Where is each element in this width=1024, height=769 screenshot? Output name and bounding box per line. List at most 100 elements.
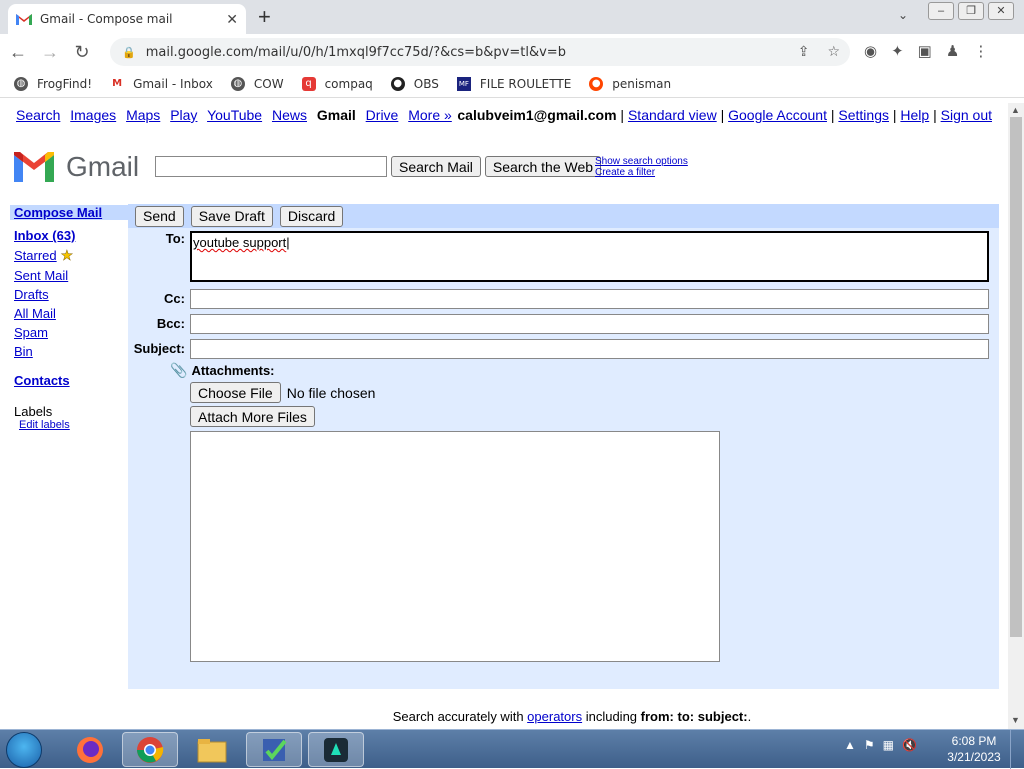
attach-more-files-button[interactable]: Attach More Files bbox=[190, 406, 315, 427]
nav-search[interactable]: Search bbox=[16, 107, 60, 123]
network-icon[interactable]: ▦ bbox=[883, 738, 894, 752]
browser-tab-strip: Gmail - Compose mail ✕ + ⌄ – ❐ ✕ bbox=[0, 0, 1024, 34]
bcc-field[interactable] bbox=[190, 314, 989, 334]
create-filter-link[interactable]: Create a filter bbox=[595, 167, 688, 178]
sidepanel-icon[interactable]: ▣ bbox=[918, 42, 932, 60]
edit-labels-link[interactable]: Edit labels bbox=[19, 419, 124, 431]
sidebar-item-inbox[interactable]: Inbox (63) bbox=[14, 228, 124, 243]
scroll-up-icon[interactable]: ▲ bbox=[1011, 105, 1020, 115]
menu-icon[interactable]: ⋮ bbox=[973, 42, 988, 60]
labels-heading: Labels bbox=[14, 404, 53, 419]
search-mail-button[interactable]: Search Mail bbox=[391, 156, 481, 177]
taskbar-clock[interactable]: 6:08 PM 3/21/2023 bbox=[944, 733, 1004, 765]
bookmark-obs[interactable]: ● OBS bbox=[390, 76, 439, 91]
bcc-label: Bcc: bbox=[156, 316, 185, 331]
restore-icon[interactable]: ❐ bbox=[958, 2, 984, 20]
nav-images[interactable]: Images bbox=[70, 107, 116, 123]
sidebar-item-all-mail[interactable]: All Mail bbox=[14, 306, 124, 321]
sidebar-item-drafts[interactable]: Drafts bbox=[14, 287, 124, 302]
extension-icon[interactable]: ◉ bbox=[864, 42, 877, 60]
close-window-icon[interactable]: ✕ bbox=[988, 2, 1014, 20]
forward-icon[interactable]: → bbox=[36, 38, 64, 66]
to-field[interactable]: youtube support| bbox=[190, 231, 989, 282]
minimize-icon[interactable]: – bbox=[928, 2, 954, 20]
chevron-down-icon[interactable]: ⌄ bbox=[898, 8, 908, 22]
system-tray: ▲ ⚑ ▦ 🔇 bbox=[844, 738, 917, 752]
bookmark-gmail-inbox[interactable]: M Gmail - Inbox bbox=[110, 77, 213, 91]
share-icon[interactable]: ⇪ bbox=[798, 44, 810, 60]
nav-news[interactable]: News bbox=[272, 107, 307, 123]
file-explorer-icon[interactable] bbox=[184, 732, 240, 767]
close-tab-icon[interactable]: ✕ bbox=[226, 11, 238, 28]
help-link[interactable]: Help bbox=[900, 107, 929, 123]
show-search-options-link[interactable]: Show search options bbox=[595, 156, 688, 167]
send-button[interactable]: Send bbox=[135, 205, 184, 227]
show-desktop-button[interactable] bbox=[1010, 730, 1024, 769]
gmail-icon bbox=[16, 13, 32, 25]
sidebar: Compose Mail Inbox (63) Starred ★ Sent M… bbox=[10, 205, 128, 431]
bookmark-compaq[interactable]: q compaq bbox=[301, 76, 373, 91]
windows-taskbar: ▲ ⚑ ▦ 🔇 6:08 PM 3/21/2023 bbox=[0, 729, 1024, 769]
clock-time: 6:08 PM bbox=[951, 734, 997, 748]
task-checklist-icon[interactable] bbox=[246, 732, 302, 767]
scroll-down-icon[interactable]: ▼ bbox=[1011, 715, 1020, 725]
no-file-text: No file chosen bbox=[286, 384, 376, 401]
volume-muted-icon[interactable]: 🔇 bbox=[902, 738, 917, 752]
chrome-icon[interactable] bbox=[122, 732, 178, 767]
standard-view-link[interactable]: Standard view bbox=[628, 107, 717, 123]
save-draft-button[interactable]: Save Draft bbox=[190, 205, 273, 227]
discard-button[interactable]: Discard bbox=[279, 205, 344, 227]
operators-link[interactable]: operators bbox=[527, 709, 582, 724]
search-web-button[interactable]: Search the Web bbox=[484, 156, 602, 177]
bookmark-file-roulette[interactable]: MF FILE ROULETTE bbox=[456, 76, 571, 91]
scrollbar-thumb[interactable] bbox=[1010, 117, 1022, 637]
sidebar-item-spam[interactable]: Spam bbox=[14, 325, 124, 340]
sidebar-item-starred[interactable]: Starred bbox=[14, 248, 57, 263]
sidebar-item-sent[interactable]: Sent Mail bbox=[14, 268, 124, 283]
choose-file-button[interactable]: Choose File bbox=[190, 382, 281, 403]
subject-label: Subject: bbox=[133, 341, 185, 356]
gmail-icon: M bbox=[112, 77, 123, 89]
address-bar[interactable]: 🔒 mail.google.com/mail/u/0/h/1mxql9f7cc7… bbox=[110, 38, 850, 66]
attach-more-row: Attach More Files bbox=[190, 406, 315, 427]
settings-link[interactable]: Settings bbox=[838, 107, 889, 123]
mail-search-input[interactable] bbox=[155, 156, 387, 177]
cc-field[interactable] bbox=[190, 289, 989, 309]
sign-out-link[interactable]: Sign out bbox=[941, 107, 992, 123]
bookmark-star-icon[interactable]: ☆ bbox=[827, 44, 840, 60]
firefox-icon[interactable] bbox=[62, 732, 118, 767]
file-input-row: Choose File No file chosen bbox=[190, 382, 375, 403]
profile-avatar[interactable]: ♟ bbox=[946, 42, 959, 60]
bookmark-frogfind[interactable]: ◍ FrogFind! bbox=[14, 76, 92, 91]
reload-icon[interactable]: ↻ bbox=[68, 38, 96, 66]
globe-icon: ◍ bbox=[14, 76, 28, 91]
start-button[interactable] bbox=[6, 732, 42, 768]
message-body-textarea[interactable] bbox=[190, 431, 720, 662]
tab-gmail-compose[interactable]: Gmail - Compose mail ✕ bbox=[8, 4, 246, 34]
google-top-nav: Search Images Maps Play YouTube News Gma… bbox=[16, 107, 458, 123]
bookmark-cow[interactable]: ◍ COW bbox=[230, 76, 284, 91]
to-value: youtube support bbox=[193, 235, 287, 250]
to-label: To: bbox=[165, 231, 185, 246]
gmail-logo[interactable]: Gmail bbox=[14, 151, 139, 183]
tray-expand-icon[interactable]: ▲ bbox=[844, 738, 856, 752]
subject-field[interactable] bbox=[190, 339, 989, 359]
compose-form: Send Save Draft Discard To: youtube supp… bbox=[128, 204, 999, 689]
nav-youtube[interactable]: YouTube bbox=[207, 107, 262, 123]
nav-play[interactable]: Play bbox=[170, 107, 197, 123]
nav-gmail-current: Gmail bbox=[316, 107, 356, 123]
nav-more[interactable]: More » bbox=[408, 107, 452, 123]
compose-mail-link[interactable]: Compose Mail bbox=[10, 205, 128, 220]
bookmark-penisman[interactable]: ● penisman bbox=[589, 76, 671, 91]
nav-drive[interactable]: Drive bbox=[366, 107, 399, 123]
sidebar-item-contacts[interactable]: Contacts bbox=[14, 373, 124, 388]
google-account-link[interactable]: Google Account bbox=[728, 107, 827, 123]
nav-maps[interactable]: Maps bbox=[126, 107, 160, 123]
puzzle-icon[interactable]: ✦ bbox=[891, 42, 904, 60]
back-icon[interactable]: ← bbox=[4, 38, 32, 66]
page-scrollbar[interactable]: ▲ ▼ bbox=[1008, 103, 1024, 729]
new-tab-button[interactable]: + bbox=[258, 4, 271, 30]
action-center-icon[interactable]: ⚑ bbox=[864, 738, 875, 752]
filmora-icon[interactable] bbox=[308, 732, 364, 767]
sidebar-item-bin[interactable]: Bin bbox=[14, 344, 124, 359]
